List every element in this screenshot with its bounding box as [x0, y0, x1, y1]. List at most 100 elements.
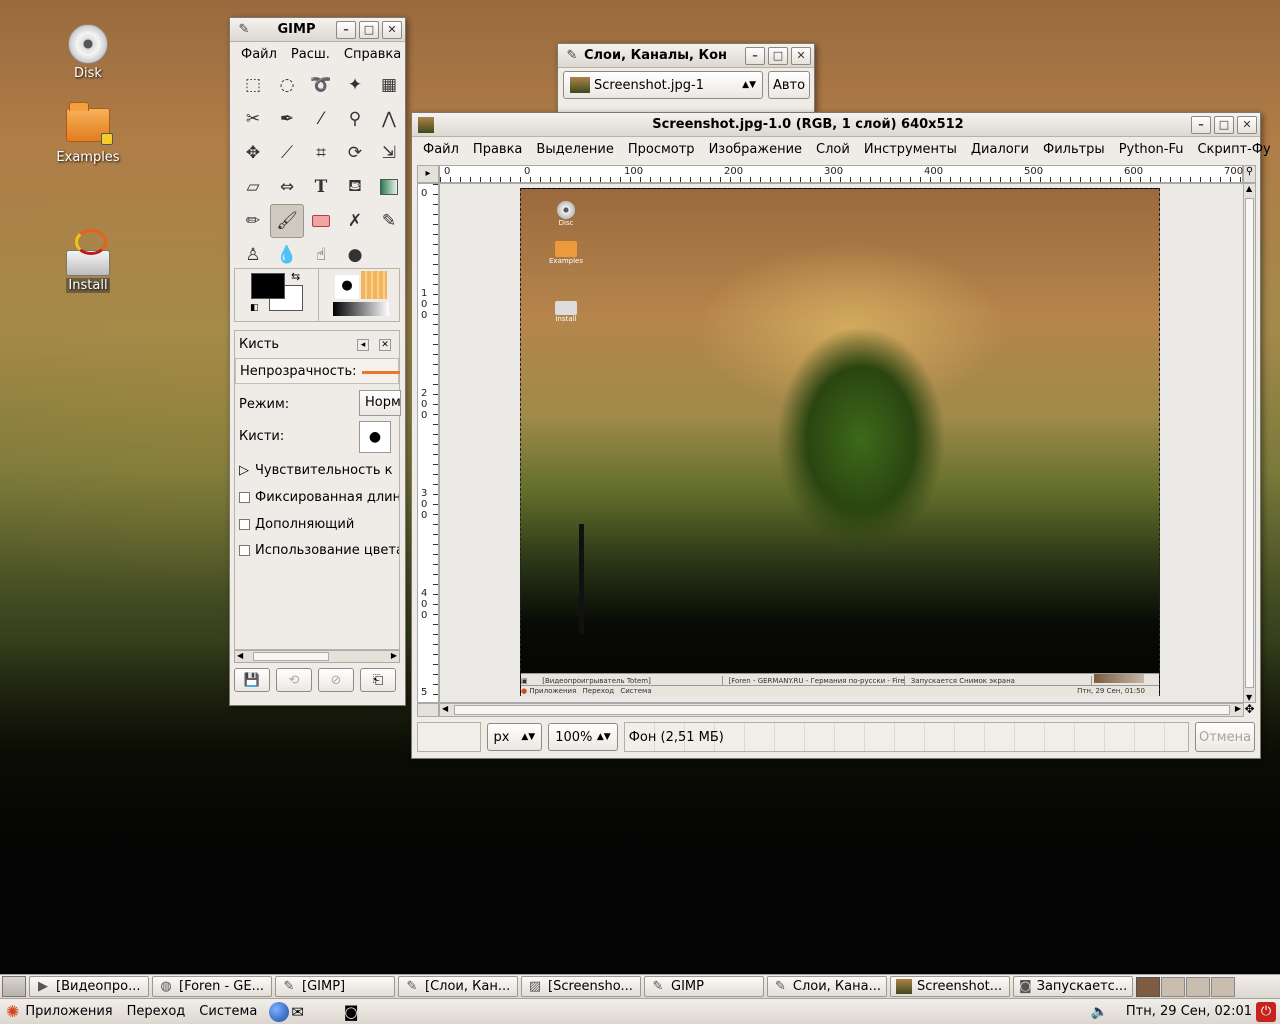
minimize-button[interactable]: – [336, 21, 356, 39]
brush-select-button[interactable]: ● [359, 421, 391, 453]
scale-icon[interactable]: ⇲ [372, 136, 406, 170]
shear-icon[interactable]: ▱ [236, 170, 270, 204]
taskbar-item[interactable]: ✎ GIMP [644, 976, 764, 997]
zoom-toggle-icon[interactable]: ⚲ [1243, 165, 1256, 183]
scissors-icon[interactable]: ✂ [236, 102, 270, 136]
taskbar-item[interactable]: ◍ [Foren - GE... [152, 976, 272, 997]
move-icon[interactable]: ✥ [236, 136, 270, 170]
cancel-button[interactable]: Отмена [1195, 722, 1255, 752]
swap-colors-icon[interactable]: ⇆ [291, 270, 300, 283]
text-icon[interactable]: T [304, 170, 338, 204]
menu-image[interactable]: Изображение [702, 142, 809, 157]
close-button[interactable]: ✕ [1237, 116, 1257, 134]
incremental-checkbox[interactable]: Дополняющий [239, 517, 399, 532]
desktop-icon-disk[interactable]: Disk [43, 24, 133, 81]
smudge-icon[interactable]: ☝ [304, 238, 338, 272]
blur-icon[interactable]: 💧 [270, 238, 304, 272]
unit-select[interactable]: px ▲▼ [486, 723, 543, 751]
quick-mask-toggle[interactable] [417, 703, 439, 717]
quick-mask-menu-icon[interactable]: ▸ [417, 165, 439, 183]
minimize-button[interactable]: – [745, 47, 765, 65]
auto-button[interactable]: Авто [768, 71, 810, 99]
desktop-icon-examples[interactable]: Examples [43, 102, 133, 165]
pattern-preview-icon[interactable] [361, 271, 387, 299]
menu-file[interactable]: Файл [416, 142, 466, 157]
brush-preview-icon[interactable]: ● [335, 275, 359, 299]
clock[interactable]: Птн, 29 Сен, 02:01 [1126, 1004, 1252, 1019]
gradient-preview-icon[interactable] [333, 302, 389, 316]
navigate-icon[interactable]: ✥ [1243, 703, 1256, 717]
image-canvas[interactable]: Disc Examples Install ▣ [Видеопроигрыват… [520, 188, 1160, 697]
menu-python-fu[interactable]: Python-Fu [1112, 142, 1191, 157]
panel-menu-icon[interactable]: ◂ [357, 339, 369, 351]
align-icon[interactable]: ⟋ [270, 136, 304, 170]
menu-help[interactable]: Справка [337, 47, 408, 62]
restore-options-button[interactable]: ⟲ [276, 668, 312, 692]
volume-icon[interactable]: 🔈 [1091, 1004, 1108, 1020]
menu-dialogs[interactable]: Диалоги [964, 142, 1036, 157]
workspace-switcher[interactable] [1136, 976, 1235, 997]
image-canvas-area[interactable]: Disc Examples Install ▣ [Видеопроигрыват… [439, 183, 1244, 703]
menu-script-fu[interactable]: Скрипт-Фу [1190, 142, 1277, 157]
image-select[interactable]: Screenshot.jpg-1 ▲▼ [563, 71, 763, 99]
crop-icon[interactable]: ⌗ [304, 136, 338, 170]
toolbox-titlebar[interactable]: ✎ GIMP – □ ✕ [230, 18, 405, 42]
color-picker-icon[interactable]: ⁄ [304, 102, 338, 136]
clone-icon[interactable]: ♙ [236, 238, 270, 272]
menu-extensions[interactable]: Расш. [284, 47, 337, 62]
sensitivity-expander[interactable]: ▷ Чувствительность к [239, 463, 399, 478]
zoom-icon[interactable]: ⚲ [338, 102, 372, 136]
vertical-ruler[interactable]: 0 1 0 0 2 0 0 3 0 0 4 0 0 5 [417, 183, 439, 703]
bucket-fill-icon[interactable]: ⛾ [338, 170, 372, 204]
dodge-burn-icon[interactable]: ● [338, 238, 372, 272]
color-select-icon[interactable]: ▦ [372, 68, 406, 102]
panel-hscrollbar[interactable]: ◀ ▶ [234, 650, 400, 663]
vertical-scrollbar[interactable]: ▲ ▼ [1243, 183, 1256, 703]
blend-icon[interactable] [372, 170, 406, 204]
system-menu[interactable]: Система [199, 1004, 257, 1019]
taskbar-item[interactable]: ▨ [Screensho... [521, 976, 641, 997]
mail-launcher-icon[interactable]: ✉ [291, 1003, 304, 1021]
opacity-scale[interactable]: Непрозрачность: [235, 358, 400, 384]
image-titlebar[interactable]: Screenshot.jpg-1.0 (RGB, 1 слой) 640x512… [412, 113, 1260, 137]
fixed-length-checkbox[interactable]: Фиксированная длина [239, 490, 399, 505]
paths-icon[interactable]: ✒ [270, 102, 304, 136]
airbrush-icon[interactable]: ✗ [338, 204, 372, 238]
maximize-button[interactable]: □ [359, 21, 379, 39]
eraser-icon[interactable] [304, 204, 338, 238]
maximize-button[interactable]: □ [768, 47, 788, 65]
taskbar-item[interactable]: ▶ [Видеопро... [29, 976, 149, 997]
foreground-color-swatch[interactable] [251, 273, 285, 299]
flip-icon[interactable]: ⇔ [270, 170, 304, 204]
menu-view[interactable]: Просмотр [621, 142, 702, 157]
layers-titlebar[interactable]: ✎ Слои, Каналы, Кон – □ ✕ [558, 44, 814, 68]
lasso-icon[interactable]: ➰ [304, 68, 338, 102]
taskbar-item[interactable]: ✎ [GIMP] [275, 976, 395, 997]
menu-file[interactable]: Файл [234, 47, 284, 62]
taskbar-item[interactable]: ✎ Слои, Кана... [767, 976, 887, 997]
pencil-icon[interactable]: ✏ [236, 204, 270, 238]
paintbrush-icon[interactable]: 🖌 [270, 204, 304, 238]
browser-launcher-icon[interactable] [269, 1001, 290, 1022]
use-color-checkbox[interactable]: Использование цвета [239, 543, 399, 558]
show-desktop-button[interactable] [2, 976, 26, 997]
close-button[interactable]: ✕ [791, 47, 811, 65]
taskbar-item[interactable]: ◙ Запускаетс... [1013, 976, 1133, 997]
rect-select-icon[interactable]: ⬚ [236, 68, 270, 102]
measure-icon[interactable]: ⋀ [372, 102, 406, 136]
power-icon[interactable]: ⏻ [1256, 1001, 1276, 1022]
rotate-icon[interactable]: ⟳ [338, 136, 372, 170]
places-menu[interactable]: Переход [127, 1004, 186, 1019]
default-colors-icon[interactable]: ◧ [250, 303, 259, 313]
close-button[interactable]: ✕ [382, 21, 402, 39]
save-options-button[interactable]: 💾 [234, 668, 270, 692]
ellipse-select-icon[interactable]: ◌ [270, 68, 304, 102]
menu-tools[interactable]: Инструменты [857, 142, 964, 157]
zoom-select[interactable]: 100% ▲▼ [548, 723, 618, 751]
horizontal-scrollbar[interactable]: ◀ ▶ [439, 703, 1244, 717]
minimize-button[interactable]: – [1191, 116, 1211, 134]
fuzzy-select-icon[interactable]: ✦ [338, 68, 372, 102]
horizontal-ruler[interactable]: 0 0 100 200 300 400 500 600 700 [439, 165, 1243, 183]
taskbar-item[interactable]: ✎ [Слои, Кан... [398, 976, 518, 997]
panel-close-icon[interactable]: ✕ [379, 339, 391, 351]
